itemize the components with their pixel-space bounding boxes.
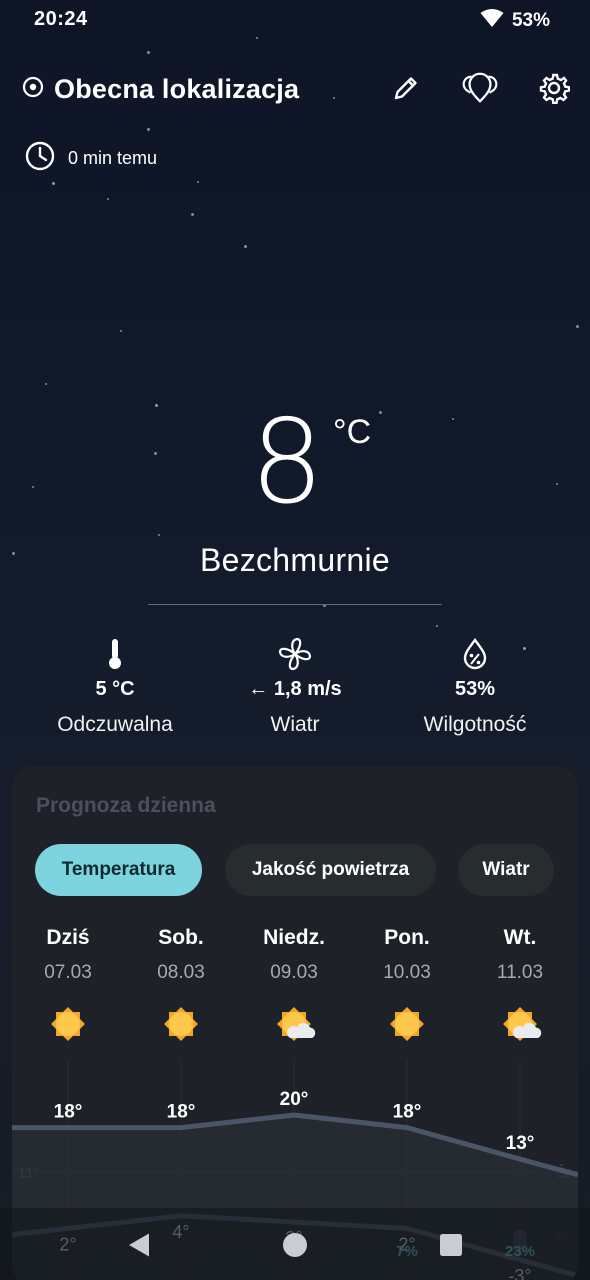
settings-icon[interactable] [536, 70, 572, 106]
day-name: Niedz. [263, 926, 325, 949]
wifi-icon [480, 8, 504, 34]
metric-humidity: 53% Wilgotność [377, 634, 573, 737]
wind-value: ← 1,8 m/s [248, 678, 342, 700]
humidity-icon [377, 634, 573, 674]
day-column[interactable]: Wt. 11.03 [464, 926, 576, 1050]
last-updated-text: 0 min temu [68, 148, 158, 168]
current-temperature: 8 [0, 398, 590, 528]
day-date: 08.03 [157, 962, 205, 983]
back-icon[interactable] [127, 1232, 151, 1263]
home-icon[interactable] [282, 1232, 308, 1263]
max-temperature-label: 20° [280, 1089, 309, 1110]
day-date: 11.03 [496, 962, 544, 983]
day-date: 09.03 [270, 962, 318, 983]
day-column[interactable]: Pon. 10.03 [351, 926, 463, 1050]
tab-temperature[interactable]: Temperatura [35, 844, 202, 896]
thermometer-icon [17, 634, 213, 674]
temperature-value: 8 [250, 395, 324, 530]
status-time: 20:24 [34, 8, 88, 30]
locations-icon[interactable] [462, 70, 498, 106]
header-actions [388, 70, 572, 106]
max-temperature-label: 18° [393, 1102, 422, 1123]
day-column[interactable]: Niedz. 09.03 [238, 926, 350, 1050]
weather-condition: Bezchmurnie [199, 542, 391, 578]
day-column[interactable]: Sob. 08.03 [125, 926, 237, 1050]
navigation-bar [0, 1208, 590, 1280]
day-column[interactable]: Dziś 07.03 [12, 926, 124, 1050]
day-name: Dziś [46, 926, 90, 949]
daily-forecast-card: Prognoza dzienna Temperatura Jakość powi… [12, 766, 578, 1280]
day-name: Sob. [158, 926, 204, 949]
day-date: 07.03 [44, 962, 92, 983]
tab-wind[interactable]: Wiatr [458, 844, 554, 896]
recents-icon[interactable] [439, 1233, 463, 1262]
humidity-label: Wilgotność [423, 713, 527, 736]
max-temperature-label: 18° [54, 1102, 83, 1123]
humidity-value: 53% [454, 678, 496, 700]
status-icons: 53% [480, 8, 550, 34]
feels-like-label: Odczuwalna [57, 713, 173, 736]
sun-icon [351, 1000, 463, 1050]
metric-wind: ← 1,8 m/s Wiatr [197, 634, 393, 737]
sun-icon [125, 1000, 237, 1050]
divider [148, 604, 442, 605]
fan-icon [197, 634, 393, 674]
clock-icon [24, 140, 56, 177]
wind-label: Wiatr [270, 713, 320, 736]
metric-feels-like: 5 °C Odczuwalna [17, 634, 213, 737]
day-name: Pon. [384, 926, 430, 949]
sun-cloud-icon [464, 1000, 576, 1050]
sun-cloud-icon [238, 1000, 350, 1050]
location-header[interactable]: Obecna lokalizacja [22, 74, 299, 105]
temperature-unit: °C [333, 413, 372, 451]
location-title: Obecna lokalizacja [54, 74, 300, 104]
max-temperature-label: 18° [167, 1102, 196, 1123]
location-target-icon [22, 76, 44, 103]
max-temperature-label: 13° [506, 1133, 535, 1154]
last-updated: 0 min temu [24, 140, 157, 177]
day-date: 10.03 [383, 962, 431, 983]
day-name: Wt. [503, 926, 537, 949]
battery-percent: 53% [511, 10, 550, 31]
forecast-title: Prognoza dzienna [36, 794, 216, 817]
tab-air-quality[interactable]: Jakość powietrza [225, 844, 436, 896]
feels-like-value: 5 °C [95, 678, 135, 700]
sun-icon [12, 1000, 124, 1050]
edit-icon[interactable] [388, 70, 424, 106]
